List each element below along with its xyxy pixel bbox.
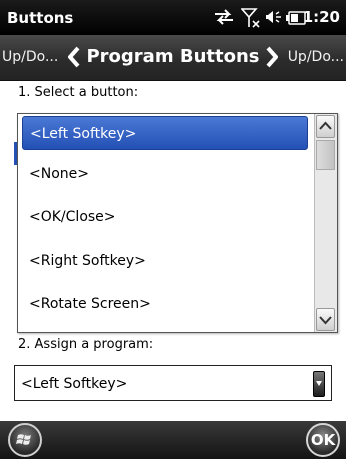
scroll-up-button[interactable] bbox=[316, 115, 335, 138]
list-item[interactable]: <OK/Close> bbox=[22, 200, 308, 234]
ok-button[interactable]: OK bbox=[306, 423, 340, 457]
assign-program-label: 2. Assign a program: bbox=[18, 337, 154, 352]
dropdown-arrow-icon[interactable] bbox=[313, 371, 325, 397]
speaker-icon bbox=[265, 7, 285, 31]
app-title: Buttons bbox=[7, 9, 74, 27]
list-item[interactable]: <Right Softkey> bbox=[22, 244, 308, 278]
sync-arrows-icon bbox=[213, 7, 235, 31]
clock: 1:20 bbox=[302, 8, 340, 26]
assign-program-value: <Left Softkey> bbox=[21, 376, 128, 392]
button-dropdown-list[interactable]: <Left Softkey> <None> <OK/Close> <Right … bbox=[17, 113, 338, 333]
bottom-bar: OK bbox=[0, 421, 346, 459]
status-bar: Buttons 1:20 bbox=[0, 0, 346, 35]
windows-logo-icon bbox=[16, 434, 31, 445]
scrollbar[interactable] bbox=[314, 114, 337, 332]
nav-header: Up/Do... Program Buttons Up/Do... bbox=[0, 35, 346, 81]
chevron-down-icon bbox=[319, 316, 332, 325]
list-item[interactable]: <None> bbox=[22, 157, 308, 191]
scroll-down-button[interactable] bbox=[316, 308, 335, 331]
select-button-label: 1. Select a button: bbox=[18, 85, 139, 100]
chevron-up-icon bbox=[319, 121, 332, 130]
assign-program-select[interactable]: <Left Softkey> bbox=[14, 365, 332, 401]
start-button[interactable] bbox=[8, 423, 42, 457]
content-area: 1. Select a button: <Left Softkey> <None… bbox=[0, 81, 346, 421]
chevron-right-icon[interactable] bbox=[264, 46, 280, 72]
list-item-selected[interactable]: <Left Softkey> bbox=[22, 116, 308, 150]
no-signal-icon bbox=[240, 7, 261, 33]
nav-next-label[interactable]: Up/Do... bbox=[288, 49, 344, 65]
scroll-thumb[interactable] bbox=[316, 140, 335, 170]
list-item[interactable]: <Rotate Screen> bbox=[22, 287, 308, 321]
